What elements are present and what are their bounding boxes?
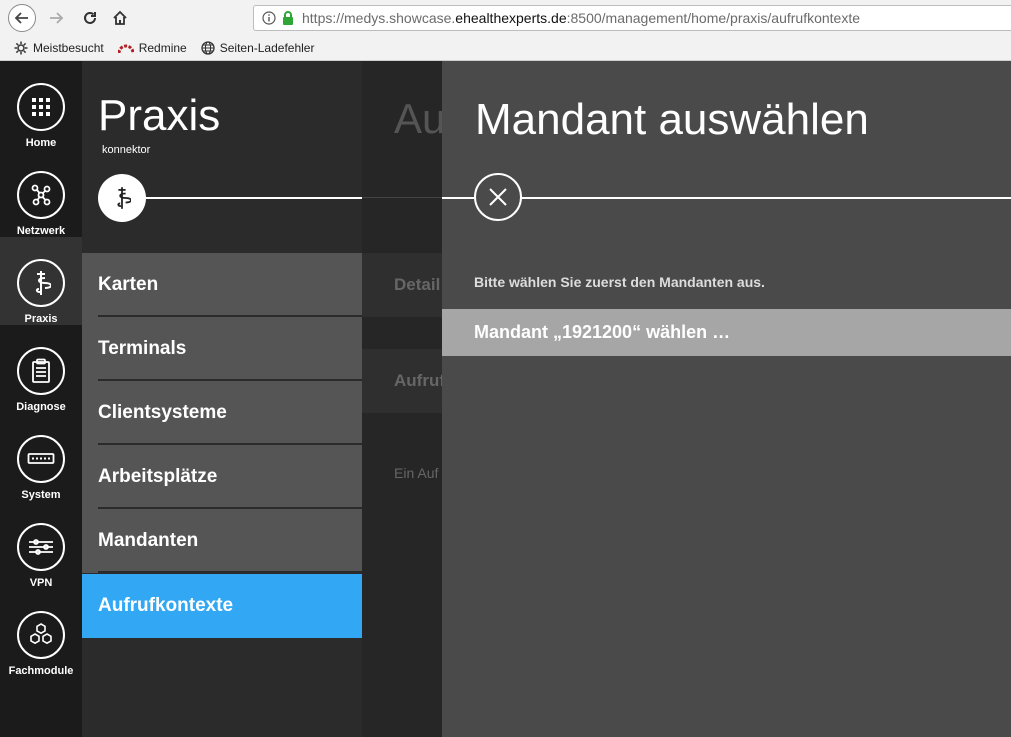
forward-button[interactable] [42, 4, 70, 32]
aufruf-label: Aufruf [394, 371, 442, 390]
reload-button[interactable] [76, 4, 104, 32]
content-area: Au Detail Aufruf Ein Auf [362, 61, 442, 737]
divider-line [122, 197, 362, 199]
app-container: Home Netzwerk Praxis Diagnose System VPN… [0, 61, 1011, 737]
divider-line [442, 197, 1011, 199]
sidebar-item-home[interactable]: Home [0, 61, 82, 149]
reload-icon [84, 11, 96, 24]
menu-item-mandanten[interactable]: Mandanten [82, 509, 362, 573]
sidebar-item-label: Netzwerk [16, 225, 66, 237]
bookmark-label: Redmine [138, 41, 187, 55]
arrow-left-icon [14, 12, 28, 24]
sidebar-item-label: Diagnose [16, 401, 66, 413]
bookmark-seiten-ladefehler[interactable]: Seiten-Ladefehler [201, 41, 315, 55]
browser-toolbar: https://medys.showcase. ehealthexperts.de… [0, 0, 1011, 61]
modal-instruction: Bitte wählen Sie zuerst den Mandanten au… [474, 274, 765, 290]
mandant-select-dialog: Mandant auswählen Bitte wählen Sie zuers… [442, 61, 1011, 737]
mandant-option-button[interactable]: Mandant „1921200“ wählen … [442, 309, 1011, 356]
menu-item-label: Arbeitsplätze [98, 466, 218, 487]
sidebar-item-netzwerk[interactable]: Netzwerk [0, 149, 82, 237]
sidebar-item-label: VPN [29, 577, 53, 589]
network-icon [17, 171, 65, 219]
server-icon [17, 435, 65, 483]
sidebar-item-label: Home [25, 137, 57, 149]
sidebar-item-vpn[interactable]: VPN [0, 501, 82, 589]
home-button[interactable] [106, 4, 134, 32]
url-path: :8500/management/home/praxis/aufrufkonte… [566, 10, 861, 26]
section-title: Praxis [98, 91, 221, 140]
close-button[interactable] [474, 173, 522, 221]
menu-item-aufrufkontexte[interactable]: Aufrufkontexte [82, 574, 362, 638]
section-subtitle: konnektor [102, 144, 151, 156]
sidebar-item-label: Praxis [24, 313, 58, 325]
bookmarks-bar: Meistbesucht Redmine Seiten-Ladefehler [0, 37, 314, 59]
aufruf-row: Aufruf [362, 349, 442, 413]
url-prefix: https://medys.showcase. [302, 10, 456, 26]
bookmark-label: Meistbesucht [33, 41, 104, 55]
sidebar-item-system[interactable]: System [0, 413, 82, 501]
detail-row: Detail [362, 253, 442, 317]
lock-icon [283, 11, 293, 25]
divider-line [362, 197, 442, 198]
content-text: Ein Auf [394, 465, 439, 481]
url-host: ehealthexperts.de [455, 10, 567, 26]
home-icon [113, 10, 127, 25]
back-button[interactable] [8, 4, 36, 32]
sidebar-item-label: Fachmodule [8, 665, 74, 677]
content-title: Au [394, 95, 442, 142]
menu-item-karten[interactable]: Karten [82, 253, 362, 317]
sidebar-item-praxis[interactable]: Praxis [0, 237, 82, 325]
globe-icon [201, 41, 215, 55]
section-panel: Praxis konnektor Karten Terminals Client… [82, 61, 362, 737]
menu-item-label: Karten [98, 274, 159, 295]
bookmark-redmine[interactable]: Redmine [117, 41, 187, 55]
menu-item-label: Clientsysteme [98, 402, 227, 423]
bookmark-meistbesucht[interactable]: Meistbesucht [14, 41, 104, 55]
bookmark-label: Seiten-Ladefehler [219, 41, 315, 55]
mandant-option-label: Mandant „1921200“ wählen … [474, 322, 731, 342]
clipboard-icon [17, 347, 65, 395]
menu-item-label: Mandanten [98, 530, 199, 551]
grid-icon [17, 83, 65, 131]
sidebar-item-diagnose[interactable]: Diagnose [0, 325, 82, 413]
menu-item-label: Terminals [98, 338, 187, 359]
sidebar-item-label: System [21, 489, 61, 501]
gear-icon [14, 41, 28, 55]
menu-item-terminals[interactable]: Terminals [82, 317, 362, 381]
menu-item-arbeitsplaetze[interactable]: Arbeitsplätze [82, 445, 362, 509]
caduceus-icon [98, 174, 146, 222]
divider [98, 571, 362, 573]
hexagons-icon [17, 611, 65, 659]
info-icon [262, 11, 276, 25]
menu-item-label: Aufrufkontexte [98, 595, 234, 616]
sidebar-item-fachmodule[interactable]: Fachmodule [0, 589, 82, 677]
redmine-icon [117, 44, 134, 54]
caduceus-icon [17, 259, 65, 307]
modal-title: Mandant auswählen [475, 95, 869, 144]
close-icon [489, 188, 507, 206]
arrow-right-icon [50, 12, 64, 24]
vpn-icon [17, 523, 65, 571]
menu-item-clientsysteme[interactable]: Clientsysteme [82, 381, 362, 445]
detail-label: Detail [394, 275, 441, 294]
icon-sidebar: Home Netzwerk Praxis Diagnose System VPN… [0, 61, 82, 737]
url-bar[interactable]: https://medys.showcase. ehealthexperts.de… [253, 5, 1011, 31]
